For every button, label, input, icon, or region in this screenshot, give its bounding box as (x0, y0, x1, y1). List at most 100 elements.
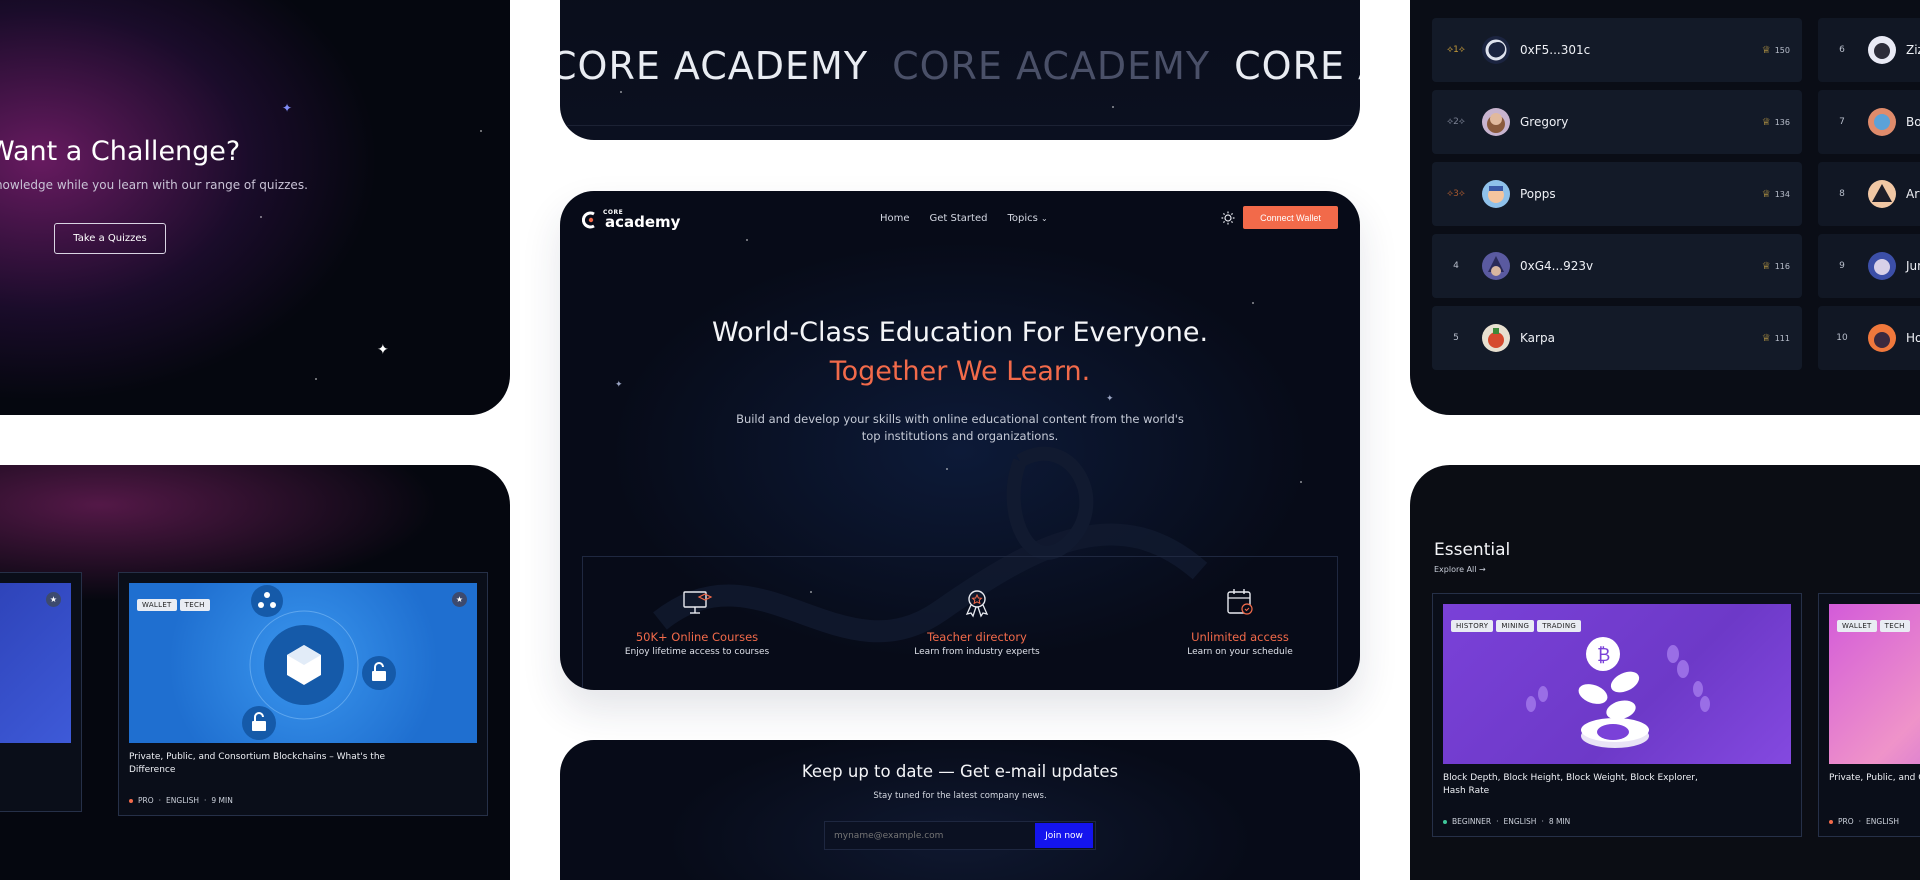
player-name: Popps (1520, 187, 1556, 201)
avatar (1868, 324, 1896, 352)
course-card[interactable]: WALLET TECH ★ Private, Public, and Conso… (118, 572, 488, 816)
level-dot (129, 798, 133, 803)
leaderboard-panel: ⟡1⟡ 0xF5...301c ♕ 150 ⟡2⟡ Gregory ♕ 136 ⟡3… (1410, 0, 1920, 415)
join-now-button[interactable]: Join now (1035, 823, 1093, 848)
feature-item: Unlimited access Learn on your schedule (1140, 586, 1340, 657)
level-dot (1443, 819, 1447, 824)
course-tag: TECH (1879, 620, 1910, 632)
course-level: PRO (138, 796, 154, 805)
rank-number: 5 (1453, 333, 1459, 343)
course-language: ENGLISH (1866, 817, 1899, 826)
course-card[interactable]: HISTORY MINING TRADING ₿ Block Depth, Bloc… (1432, 593, 1802, 837)
course-meta: PRO · ENGLISH · 9 MIN (129, 796, 233, 805)
avatar (1482, 108, 1510, 136)
player-name: Gregory (1520, 115, 1569, 129)
take-quizzes-button[interactable]: Take a Quizzes (54, 223, 166, 254)
marquee-track: CORE ACADEMY CORE ACADEMY CORE ACADEMY (560, 44, 1360, 88)
marquee-panel: CORE ACADEMY CORE ACADEMY CORE ACADEMY (560, 0, 1360, 140)
course-duration: 9 MIN (211, 796, 233, 805)
leaderboard-row[interactable]: ⟡1⟡ 0xF5...301c ♕ 150 (1432, 18, 1802, 82)
trophy-icon: ♕ (1761, 260, 1771, 272)
brand-logo[interactable]: CORE academy (582, 209, 680, 231)
player-score: ♕ 134 (1761, 188, 1790, 200)
sparkle-icon: ✦ (377, 342, 389, 358)
newsletter-subtitle: Stay tuned for the latest company news. (873, 791, 1047, 801)
avatar (1482, 180, 1510, 208)
course-thumbnail: WALLET TECH (1829, 604, 1920, 764)
course-title: Private, Public, and Consortium Blockcha… (129, 752, 386, 775)
essential-panel: Essential Explore All → HISTORY MINING TRA… (1410, 465, 1920, 880)
course-title: Block Depth, Block Height, Block Weight,… (1443, 773, 1698, 796)
explore-all-link[interactable]: Explore All → (1434, 565, 1486, 574)
newsletter-panel: Keep up to date — Get e-mail updates Sta… (560, 740, 1360, 880)
nav-topics[interactable]: Topics ⌄ (1007, 213, 1047, 224)
email-input[interactable] (825, 822, 1035, 849)
leaderboard-row[interactable]: ⟡3⟡ Popps ♕ 134 (1432, 162, 1802, 226)
leaderboard-row[interactable]: 4 0xG4...923v ♕ 116 (1432, 234, 1802, 298)
rank-medal: ⟡3⟡ (1447, 189, 1465, 199)
leaderboard-row[interactable]: 10 Hoc (1818, 306, 1920, 370)
blockchain-illustration (242, 585, 396, 740)
marquee-word: CORE ACADEMY (892, 44, 1211, 88)
trophy-icon: ♕ (1761, 116, 1771, 128)
section-title: Essential (1434, 540, 1511, 560)
player-name: 0xG4...923v (1520, 259, 1594, 273)
nav-get-started[interactable]: Get Started (930, 213, 988, 224)
computer-icon (683, 591, 713, 614)
nav-home[interactable]: Home (880, 213, 910, 224)
feature-item: Teacher directory Learn from industry ex… (877, 586, 1077, 657)
award-icon (965, 590, 989, 618)
course-tag: WALLET (1837, 620, 1877, 632)
feature-title: Teacher directory (927, 630, 1027, 644)
course-meta: BEGINNER · ENGLISH · 8 MIN (1443, 817, 1570, 826)
course-language: ENGLISH (1503, 817, 1537, 826)
leaderboard-row[interactable]: 7 Bon (1818, 90, 1920, 154)
theme-toggle-sun-icon[interactable] (1221, 211, 1235, 225)
player-name: Jum (1906, 259, 1920, 273)
player-score: ♕ 116 (1761, 260, 1790, 272)
rank-number: 6 (1839, 45, 1845, 55)
star-dot (746, 239, 748, 241)
feature-subtitle: Learn on your schedule (1187, 647, 1293, 657)
course-language: ENGLISH (166, 796, 199, 805)
avatar (1868, 36, 1896, 64)
trophy-icon: ♕ (1761, 332, 1771, 344)
course-level: BEGINNER (1452, 817, 1492, 826)
newsletter-form: Join now (824, 821, 1096, 850)
logo-mark-icon (582, 211, 595, 229)
star-dot (1112, 106, 1114, 108)
favorite-star-icon[interactable]: ★ (46, 592, 61, 607)
coins-illustration: ₿ (1526, 637, 1710, 748)
sparkle-icon: ✦ (282, 101, 293, 115)
star-dot (620, 91, 622, 93)
leaderboard-row[interactable]: 9 Jum (1818, 234, 1920, 298)
course-title: Private, Public, and C Difference (1829, 773, 1920, 783)
avatar (1482, 324, 1510, 352)
star-dot (1300, 481, 1302, 483)
hero-headline: World-Class Education For Everyone. (711, 317, 1209, 348)
course-card[interactable]: ★ (0, 572, 82, 812)
marquee-word: CORE ACADEMY (560, 44, 869, 88)
marquee-word: CORE ACADEMY (1234, 44, 1360, 88)
player-score: ♕ 136 (1761, 116, 1790, 128)
course-thumbnail: ★ (0, 583, 71, 743)
course-meta: PRO · ENGLISH (1829, 817, 1899, 826)
leaderboard-row[interactable]: 6 Zizz (1818, 18, 1920, 82)
leaderboard-row[interactable]: ⟡2⟡ Gregory ♕ 136 (1432, 90, 1802, 154)
player-name: Karpa (1520, 331, 1555, 345)
level-dot (1829, 819, 1833, 824)
leaderboard-row[interactable]: 5 Karpa ♕ 111 (1432, 306, 1802, 370)
star-dot (1252, 302, 1254, 304)
leaderboard-row[interactable]: 8 Arv (1818, 162, 1920, 226)
course-thumbnail: WALLET TECH ★ (129, 583, 477, 743)
feature-item: 50K+ Online Courses Enjoy lifetime acces… (597, 586, 797, 657)
rank-medal: ⟡1⟡ (1447, 45, 1465, 55)
star-dot (260, 216, 262, 218)
challenge-panel: ✦ ✦ Want a Challenge? knowledge while yo… (0, 0, 510, 415)
main-nav: Home Get Started Topics ⌄ (880, 213, 1048, 224)
feature-title: 50K+ Online Courses (635, 630, 759, 644)
connect-wallet-button[interactable]: Connect Wallet (1243, 206, 1338, 229)
rank-number: 4 (1453, 261, 1459, 271)
trophy-icon: ♕ (1761, 44, 1771, 56)
course-card[interactable]: WALLETTECH Private, Public, and C Differ… (1818, 593, 1920, 837)
